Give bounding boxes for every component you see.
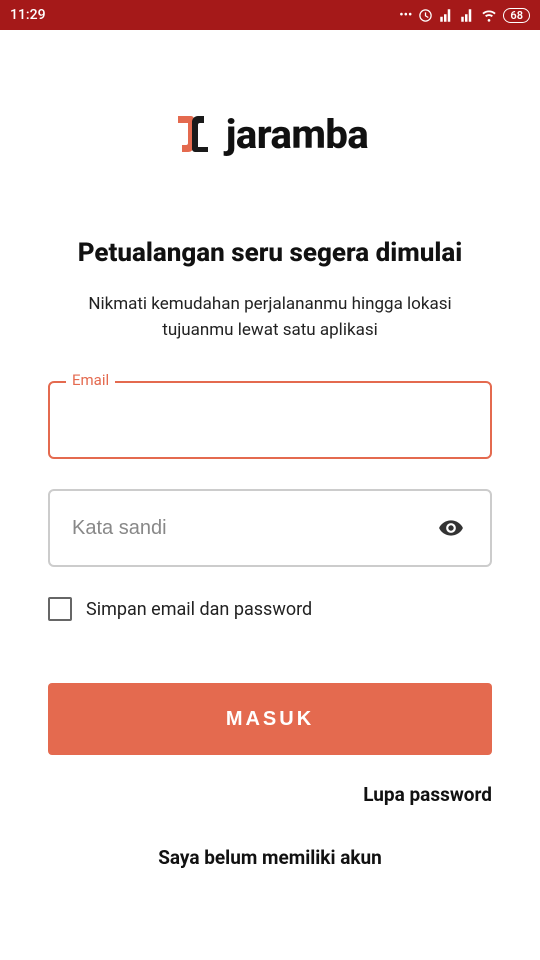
status-right: ••• 68 xyxy=(399,7,530,23)
email-outline[interactable] xyxy=(48,381,492,459)
email-label: Email xyxy=(66,371,115,389)
password-input[interactable] xyxy=(72,517,434,540)
signal-icon-2 xyxy=(460,8,475,23)
login-form: Email Simpan email dan password MASUK Lu… xyxy=(48,381,492,869)
brand-logo: jaramba xyxy=(48,110,492,158)
remember-checkbox[interactable] xyxy=(48,597,72,621)
page-headline: Petualangan seru segera dimulai xyxy=(48,238,492,268)
remember-label: Simpan email dan password xyxy=(86,599,312,620)
eye-icon xyxy=(438,515,464,541)
login-button[interactable]: MASUK xyxy=(48,683,492,755)
no-account-link[interactable]: Saya belum memiliki akun xyxy=(48,846,492,869)
alarm-icon xyxy=(418,8,433,23)
password-outline[interactable] xyxy=(48,489,492,567)
battery-badge: 68 xyxy=(503,8,530,23)
password-field-wrap xyxy=(48,489,492,567)
email-input[interactable] xyxy=(72,409,468,432)
toggle-password-visibility[interactable] xyxy=(434,511,468,545)
status-bar: 11:29 ••• 68 xyxy=(0,0,540,30)
brand-name: jaramba xyxy=(226,111,368,158)
page-subtext: Nikmati kemudahan perjalananmu hingga lo… xyxy=(48,292,492,343)
forgot-password-link[interactable]: Lupa password xyxy=(48,783,492,806)
signal-icon xyxy=(439,8,454,23)
wifi-icon xyxy=(481,7,497,23)
logo-icon xyxy=(172,110,214,158)
email-field-wrap: Email xyxy=(48,381,492,459)
status-time: 11:29 xyxy=(10,7,46,23)
remember-row[interactable]: Simpan email dan password xyxy=(48,597,492,621)
more-icon: ••• xyxy=(399,8,412,23)
